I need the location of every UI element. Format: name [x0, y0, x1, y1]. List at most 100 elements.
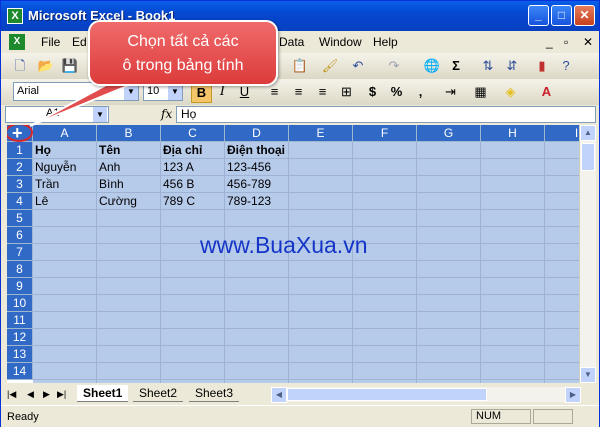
status-ready: Ready — [7, 411, 39, 423]
row-header-7[interactable]: 7 — [7, 244, 33, 261]
font-size-value: 10 — [147, 85, 160, 97]
scroll-up-icon[interactable]: ▲ — [580, 125, 596, 141]
row-header-14[interactable]: 14 — [7, 363, 33, 380]
data-cell[interactable]: Lê — [33, 193, 48, 210]
chevron-down-icon[interactable]: ▼ — [93, 107, 107, 122]
doc-restore-icon[interactable]: ▫ — [564, 35, 568, 49]
tab-sheet2[interactable]: Sheet2 — [133, 385, 184, 402]
header-cell[interactable]: Địa chỉ — [161, 142, 202, 159]
header-cell[interactable]: Tên — [97, 142, 120, 159]
tab-sheet1[interactable]: Sheet1 — [77, 385, 129, 402]
scroll-down-icon[interactable]: ▼ — [580, 367, 596, 383]
column-header-h[interactable]: H — [481, 125, 545, 142]
chart-wizard-icon[interactable]: ▮ — [533, 57, 551, 75]
data-cell[interactable]: 789 C — [161, 193, 195, 210]
data-cell[interactable]: 123-456 — [225, 159, 271, 176]
sort-ascending-icon[interactable]: ⇅ — [479, 57, 497, 75]
tab-sheet3[interactable]: Sheet3 — [189, 385, 240, 402]
merge-center-icon[interactable]: ⊞ — [337, 83, 356, 101]
indent-icon[interactable]: ⇥ — [441, 83, 460, 101]
header-cell[interactable]: Họ — [33, 142, 51, 159]
borders-icon[interactable]: ▦ — [471, 83, 490, 101]
next-sheet-icon[interactable]: ▶ — [43, 389, 50, 400]
autosum-icon[interactable]: Σ — [447, 57, 465, 75]
align-right-icon[interactable]: ≡ — [313, 83, 332, 101]
row-header-13[interactable]: 13 — [7, 346, 33, 363]
doc-minimize-icon[interactable]: _ — [546, 35, 553, 49]
restore-button[interactable]: □ — [551, 5, 572, 26]
column-header-i[interactable]: I — [545, 125, 579, 142]
row-header-12[interactable]: 12 — [7, 329, 33, 346]
data-cell[interactable]: Anh — [97, 159, 120, 176]
scroll-left-icon[interactable]: ◀ — [271, 387, 287, 403]
scroll-right-icon[interactable]: ▶ — [565, 387, 581, 403]
paste-icon[interactable]: 📋 — [291, 57, 309, 75]
bold-button[interactable]: B — [191, 83, 212, 103]
data-cell[interactable]: 456 B — [161, 176, 194, 193]
format-painter-icon[interactable]: 🖌 — [321, 57, 339, 75]
column-header-a[interactable]: A — [33, 125, 97, 142]
row-header-1[interactable]: 1 — [7, 142, 33, 159]
fill-color-icon[interactable]: ◈ — [501, 83, 520, 101]
hscroll-thumb[interactable] — [287, 388, 487, 401]
column-header-g[interactable]: G — [417, 125, 481, 142]
select-all-button[interactable]: + — [7, 125, 33, 143]
hyperlink-icon[interactable]: 🌐 — [423, 57, 441, 75]
undo-icon[interactable]: ↶ — [349, 57, 367, 75]
data-cell[interactable]: 456-789 — [225, 176, 271, 193]
row-header-9[interactable]: 9 — [7, 278, 33, 295]
close-button[interactable]: ✕ — [574, 5, 595, 26]
row-header-6[interactable]: 6 — [7, 227, 33, 244]
column-header-c[interactable]: C — [161, 125, 225, 142]
cell-area[interactable]: Họ Tên Địa chỉ Điện thoại Nguyễn Anh 123 A 123-… — [33, 142, 579, 383]
first-sheet-icon[interactable]: |◀ — [7, 389, 16, 400]
horizontal-scrollbar[interactable]: ◀ ▶ — [271, 387, 581, 403]
column-header-b[interactable]: B — [97, 125, 161, 142]
row-header-8[interactable]: 8 — [7, 261, 33, 278]
row-header-2[interactable]: 2 — [7, 159, 33, 176]
vertical-scrollbar[interactable]: ▲ ▼ — [579, 125, 596, 383]
column-header-f[interactable]: F — [353, 125, 417, 142]
doc-close-icon[interactable]: ✕ — [583, 35, 593, 49]
row-header-4[interactable]: 4 — [7, 193, 33, 210]
header-cell[interactable]: Điện thoại — [225, 142, 285, 159]
menu-file[interactable]: File — [41, 35, 60, 49]
prev-sheet-icon[interactable]: ◀ — [27, 389, 34, 400]
save-icon[interactable]: 💾 — [61, 57, 79, 75]
menu-window[interactable]: Window — [319, 35, 362, 49]
open-icon[interactable]: 📂 — [37, 57, 55, 75]
minimize-button[interactable]: _ — [528, 5, 549, 26]
fx-icon[interactable]: fx — [161, 107, 172, 121]
data-cell[interactable]: 123 A — [161, 159, 194, 176]
data-cell[interactable]: Nguyễn — [33, 159, 76, 176]
help-icon[interactable]: ? — [557, 57, 575, 75]
formula-input[interactable]: Họ — [176, 106, 596, 123]
data-cell[interactable]: Bình — [97, 176, 124, 193]
comma-button[interactable]: , — [411, 83, 430, 101]
font-color-icon[interactable]: A — [537, 83, 556, 101]
row-header-10[interactable]: 10 — [7, 295, 33, 312]
redo-icon[interactable]: ↷ — [385, 57, 403, 75]
sort-descending-icon[interactable]: ⇵ — [503, 57, 521, 75]
data-cell[interactable]: Cường — [97, 193, 137, 210]
last-sheet-icon[interactable]: ▶| — [57, 389, 66, 400]
currency-button[interactable]: $ — [363, 83, 382, 101]
scroll-thumb[interactable] — [581, 143, 595, 171]
status-num: NUM — [471, 409, 531, 424]
row-header-11[interactable]: 11 — [7, 312, 33, 329]
workbook-icon[interactable]: X — [9, 34, 25, 50]
menu-edit[interactable]: Ed — [72, 35, 87, 49]
name-box[interactable]: A1 ▼ — [5, 106, 109, 123]
status-bar: Ready NUM — [1, 405, 599, 427]
data-cell[interactable]: 789-123 — [225, 193, 271, 210]
column-header-d[interactable]: D — [225, 125, 289, 142]
new-icon[interactable]: 🗋 — [11, 57, 29, 75]
menu-data[interactable]: Data — [279, 35, 304, 49]
row-header-3[interactable]: 3 — [7, 176, 33, 193]
align-center-icon[interactable]: ≡ — [289, 83, 308, 101]
data-cell[interactable]: Trần — [33, 176, 59, 193]
row-header-5[interactable]: 5 — [7, 210, 33, 227]
percent-button[interactable]: % — [387, 83, 406, 101]
column-header-e[interactable]: E — [289, 125, 353, 142]
menu-help[interactable]: Help — [373, 35, 398, 49]
